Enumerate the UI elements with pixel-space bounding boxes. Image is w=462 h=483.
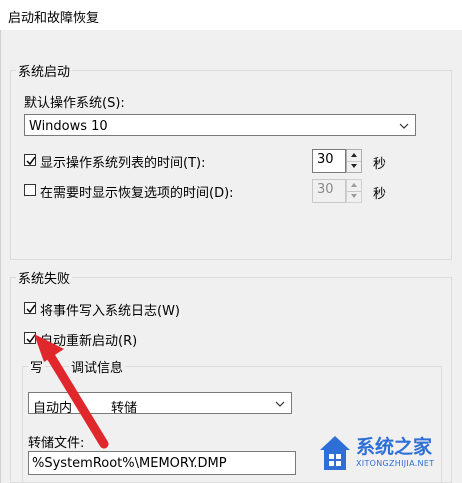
watermark-text: 系统之家 <box>356 436 433 458</box>
house-logo-icon <box>320 436 350 470</box>
watermark-logo: 系统之家 XITONGZHIJIA.NET <box>318 428 458 478</box>
red-arrow-annotation <box>34 334 109 449</box>
watermark-url: XITONGZHIJIA.NET <box>356 459 435 468</box>
